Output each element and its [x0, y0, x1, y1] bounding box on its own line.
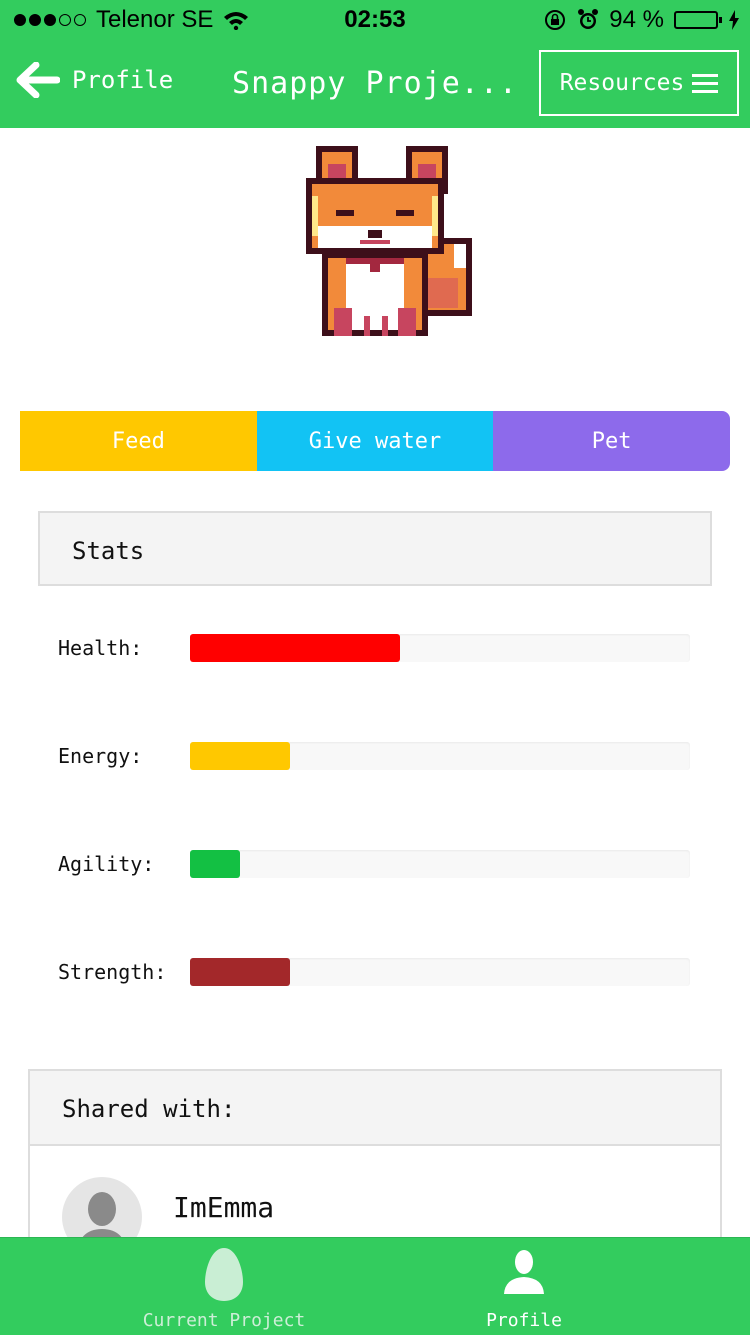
resources-button-label: Resources	[559, 70, 685, 96]
agility-bar	[190, 850, 240, 878]
battery-icon	[674, 11, 722, 29]
nav-bar: Profile Snappy Proje... Resources	[0, 40, 750, 128]
tab-current-project[interactable]: Current Project	[124, 1238, 324, 1335]
charging-bolt-icon	[729, 10, 739, 30]
resources-button[interactable]: Resources	[539, 50, 739, 116]
tab-label: Current Project	[142, 1310, 306, 1331]
strength-bar	[190, 958, 290, 986]
stat-track	[190, 742, 690, 770]
shared-user-name[interactable]: ImEmma	[173, 1191, 274, 1224]
feed-button[interactable]: Feed	[20, 411, 257, 471]
stats-title: Stats	[72, 537, 145, 565]
person-icon	[504, 1250, 544, 1294]
stat-label: Energy:	[58, 744, 143, 768]
give-water-button[interactable]: Give water	[256, 411, 494, 471]
stat-row-health: Health:	[58, 634, 698, 664]
stat-label: Agility:	[58, 852, 155, 876]
shared-with-header: Shared with:	[30, 1071, 720, 1146]
health-bar	[190, 634, 400, 662]
stat-row-agility: Agility:	[58, 850, 698, 880]
alarm-icon	[578, 9, 599, 29]
tab-bar: Current Project Profile	[0, 1237, 750, 1335]
stats-header: Stats	[38, 511, 712, 586]
stat-track	[190, 850, 690, 878]
pet-button[interactable]: Pet	[493, 411, 730, 471]
rotation-lock-icon	[545, 10, 566, 30]
menu-icon	[692, 73, 719, 93]
fox-icon	[306, 146, 472, 336]
stat-label: Health:	[58, 636, 143, 660]
stat-label: Strength:	[58, 960, 167, 984]
stat-row-strength: Strength:	[58, 958, 698, 988]
stat-row-energy: Energy:	[58, 742, 698, 772]
pet-actions: Feed Give water Pet	[20, 411, 730, 471]
shared-with-title: Shared with:	[62, 1095, 236, 1123]
energy-bar	[190, 742, 290, 770]
status-bar: Telenor SE 02:53 94 %	[0, 0, 750, 40]
battery-percent: 94 %	[609, 6, 664, 33]
stat-track	[190, 958, 690, 986]
fox-pet-image[interactable]	[298, 140, 478, 345]
shared-with-panel: Shared with: ImEmma	[28, 1069, 722, 1259]
stat-track	[190, 634, 690, 662]
battery-level	[677, 14, 713, 26]
tab-profile[interactable]: Profile	[424, 1238, 624, 1335]
tab-label: Profile	[486, 1310, 562, 1331]
egg-icon	[205, 1248, 243, 1301]
